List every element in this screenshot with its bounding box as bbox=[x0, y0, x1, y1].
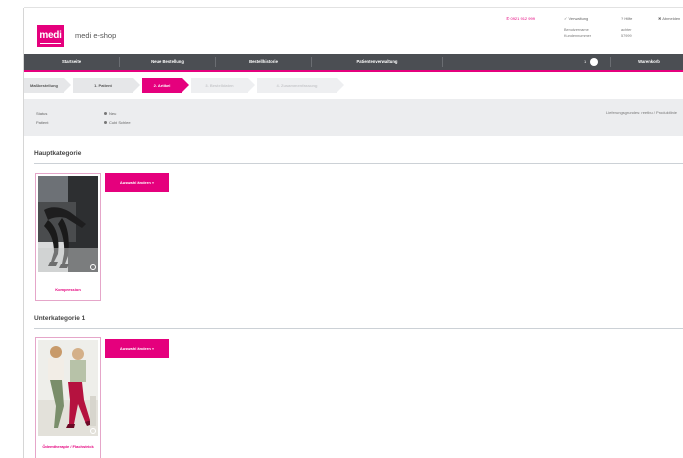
logout-link[interactable]: ✖ Abmelden bbox=[658, 16, 680, 21]
section-divider bbox=[34, 328, 683, 329]
step-summary: 4. Zusammenfassung bbox=[257, 78, 344, 93]
compression-product-image bbox=[38, 176, 98, 272]
nav-item-cart[interactable]: Warenkorb bbox=[619, 54, 679, 70]
main-nav: Startseite Neue Bestellung Bestellhistor… bbox=[24, 54, 683, 72]
category-tile-edema-therapy[interactable]: Ödemtherapie / Flachstrick bbox=[35, 337, 101, 458]
help-link-label: Hilfe bbox=[624, 16, 633, 21]
status-label: Status bbox=[36, 111, 48, 116]
status-value: Neu bbox=[104, 111, 116, 116]
section-divider bbox=[34, 163, 683, 164]
patient-label: Patient bbox=[36, 120, 49, 125]
customer-number-value: 57999 bbox=[621, 34, 632, 38]
nav-item-patients[interactable]: Patientenverwaltung bbox=[312, 54, 442, 70]
patient-value-text: Cubi Schlee bbox=[109, 120, 131, 125]
step-custom-order[interactable]: Maßbestellung bbox=[24, 78, 71, 93]
nav-divider bbox=[610, 57, 611, 67]
cart-icon[interactable] bbox=[590, 58, 598, 66]
status-icon bbox=[104, 112, 107, 115]
browser-page: medi medi e-shop ✆ 0921 912 999 ✓ Verwal… bbox=[24, 8, 683, 458]
change-selection-button-main[interactable]: Auswahl ändern » bbox=[105, 173, 169, 192]
cart-count: 1 bbox=[584, 59, 587, 64]
help-link[interactable]: ? Hilfe bbox=[621, 16, 632, 21]
customer-number-label: Kundennummer bbox=[564, 34, 592, 38]
delivery-info: Lieferungsgrundes: reetbu / Produktlinie bbox=[606, 110, 677, 115]
nav-item-start[interactable]: Startseite bbox=[24, 54, 119, 70]
zoom-icon[interactable] bbox=[90, 264, 96, 270]
patient-value: Cubi Schlee bbox=[104, 120, 131, 125]
logout-link-label: Abmelden bbox=[662, 16, 681, 21]
edema-therapy-product-image bbox=[38, 340, 98, 436]
zoom-icon[interactable] bbox=[90, 428, 96, 434]
step-order-data: 3. Bestelldaten bbox=[191, 78, 255, 93]
tile-caption-compression: Kompression bbox=[55, 287, 81, 292]
order-info-panel: Status Neu Patient Cubi Schlee Lieferung… bbox=[24, 99, 683, 136]
change-selection-button-sub[interactable]: Auswahl ändern » bbox=[105, 339, 169, 358]
order-steps: Maßbestellung 1. Patient 2. Artikel 3. B… bbox=[24, 78, 683, 93]
tile-caption-edema-therapy: Ödemtherapie / Flachstrick bbox=[42, 444, 94, 449]
subcategory-title: Unterkategorie 1 bbox=[34, 315, 86, 322]
nav-item-order-history[interactable]: Bestellhistorie bbox=[216, 54, 311, 70]
step-article[interactable]: 2. Artikel bbox=[142, 78, 189, 93]
user-info-values: achter 57999 bbox=[621, 27, 632, 39]
patient-icon bbox=[104, 121, 107, 124]
shop-title: medi e-shop bbox=[75, 31, 117, 40]
phone-link[interactable]: ✆ 0921 912 999 bbox=[506, 16, 535, 21]
admin-link-label: Verwaltung bbox=[568, 16, 589, 21]
phone-number: 0921 912 999 bbox=[510, 16, 535, 21]
category-tile-compression[interactable]: Kompression bbox=[35, 173, 101, 301]
step-patient[interactable]: 1. Patient bbox=[73, 78, 140, 93]
logo-text: medi bbox=[39, 30, 62, 41]
admin-link[interactable]: ✓ Verwaltung bbox=[564, 16, 588, 21]
medi-logo[interactable]: medi bbox=[37, 25, 64, 47]
status-value-text: Neu bbox=[109, 111, 117, 116]
nav-divider bbox=[442, 57, 443, 67]
nav-item-new-order[interactable]: Neue Bestellung bbox=[120, 54, 215, 70]
user-info-labels: Benutzername Kundennummer bbox=[564, 27, 591, 39]
main-category-title: Hauptkategorie bbox=[34, 150, 82, 157]
